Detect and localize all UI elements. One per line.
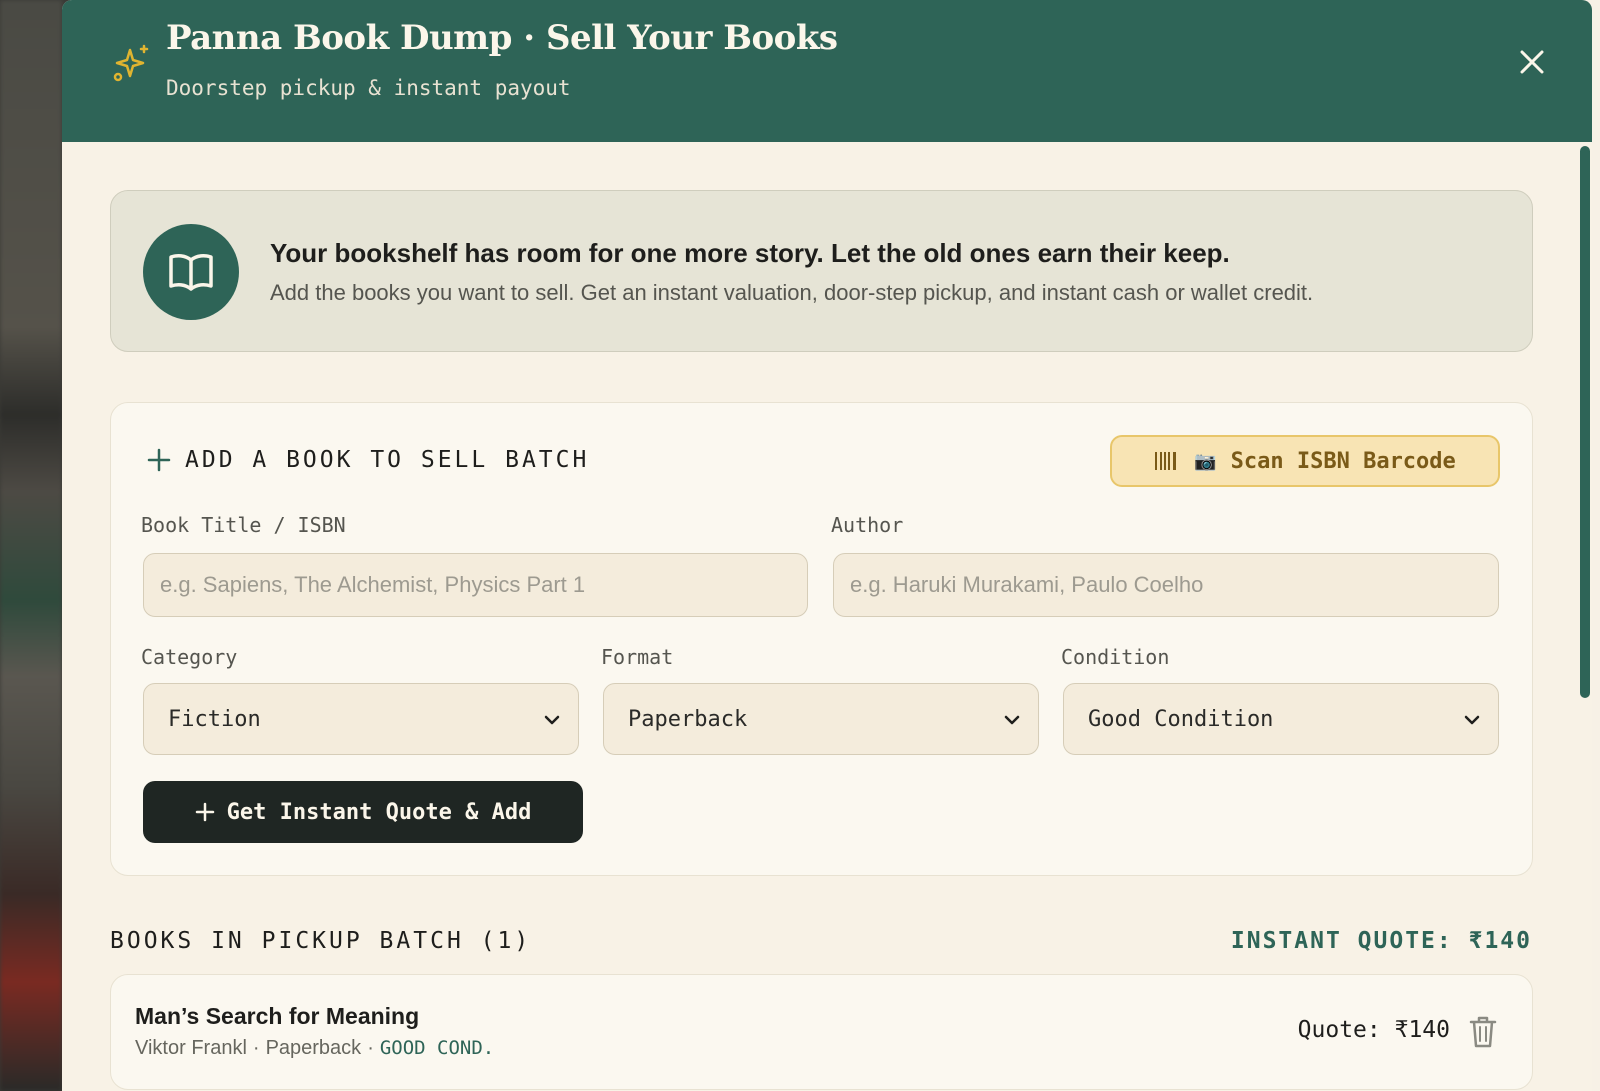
sparkle-icon [113,44,149,82]
item-title: Man’s Search for Meaning [135,1003,420,1029]
condition-selected: Good Condition [1088,706,1274,732]
category-selected: Fiction [168,706,261,732]
author-field-label: Author [831,513,904,537]
modal-subtitle: Doorstep pickup & instant payout [166,76,571,100]
modal-header: Panna Book Dump · Sell Your Books Doorst… [62,0,1592,142]
book-title-input[interactable] [143,553,808,617]
sell-books-modal: Panna Book Dump · Sell Your Books Doorst… [62,0,1592,1091]
chevron-down-icon [544,715,560,725]
item-condition: GOOD COND. [379,1037,495,1059]
category-field-label: Category [141,645,238,669]
trash-icon[interactable] [1468,1015,1498,1049]
format-select[interactable]: Paperback [603,683,1039,755]
separator-dot: · [252,1037,260,1059]
intro-text: Add the books you want to sell. Get an i… [270,280,1314,305]
close-icon[interactable] [1514,44,1550,80]
batch-total-quote: INSTANT QUOTE: ₹140 [1230,928,1532,954]
add-book-heading: ADD A BOOK TO SELL BATCH [147,447,589,473]
list-item: Man’s Search for Meaning Viktor Frankl ·… [110,974,1533,1090]
add-book-card: ADD A BOOK TO SELL BATCH 📷 Scan ISBN Bar… [110,402,1533,876]
scan-isbn-label: Scan ISBN Barcode [1230,448,1456,474]
barcode-icon [1155,452,1177,470]
author-input[interactable] [833,553,1499,617]
camera-icon: 📷 [1194,450,1217,472]
item-meta: Viktor Frankl · Paperback · GOOD COND. [135,1037,494,1060]
modal-title: Panna Book Dump · Sell Your Books [166,18,838,58]
category-select[interactable]: Fiction [143,683,579,755]
condition-select[interactable]: Good Condition [1063,683,1499,755]
item-quote: Quote: ₹140 [1297,1017,1450,1043]
item-author: Viktor Frankl [135,1037,247,1059]
scrollbar[interactable] [1578,142,1592,1091]
format-field-label: Format [601,645,674,669]
add-book-heading-label: ADD A BOOK TO SELL BATCH [185,447,590,473]
plus-icon [195,802,214,822]
get-quote-label: Get Instant Quote & Add [226,799,532,825]
page-backdrop [0,0,62,1091]
condition-field-label: Condition [1061,645,1170,669]
batch-heading: BOOKS IN PICKUP BATCH (1) [110,928,532,954]
open-book-icon [143,224,239,320]
scrollbar-thumb[interactable] [1580,146,1590,698]
title-field-label: Book Title / ISBN [141,513,346,537]
chevron-down-icon [1464,715,1480,725]
intro-banner: Your bookshelf has room for one more sto… [110,190,1533,352]
chevron-down-icon [1004,715,1020,725]
get-quote-button[interactable]: Get Instant Quote & Add [143,781,583,843]
intro-heading: Your bookshelf has room for one more sto… [270,238,1230,268]
scan-isbn-button[interactable]: 📷 Scan ISBN Barcode [1110,435,1500,487]
separator-dot: · [367,1037,374,1059]
plus-icon [147,448,171,472]
format-selected: Paperback [628,706,748,732]
item-format: Paperback [265,1037,362,1059]
